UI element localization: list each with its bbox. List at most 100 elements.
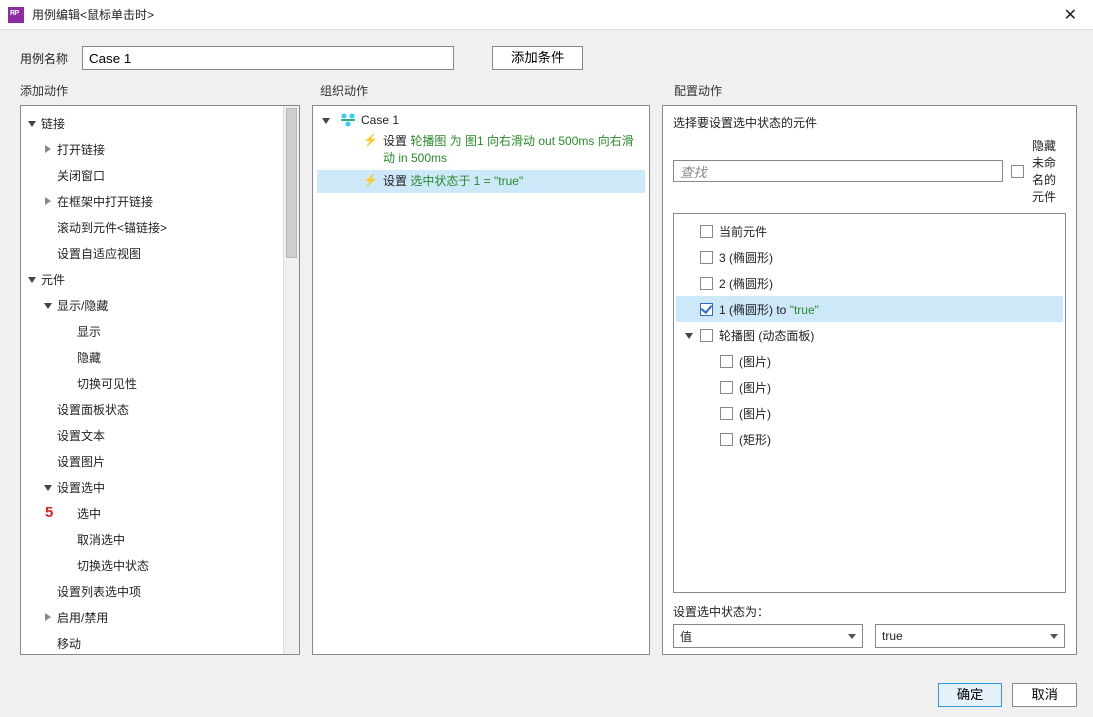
chevron-down-icon[interactable] bbox=[27, 272, 37, 286]
widget-row[interactable]: (图片) bbox=[676, 400, 1063, 426]
case-name-label: 用例名称 bbox=[20, 50, 68, 67]
bolt-icon: ⚡ bbox=[363, 173, 377, 187]
widget-checkbox[interactable] bbox=[720, 381, 733, 394]
widget-checkbox[interactable] bbox=[700, 329, 713, 342]
action-tree-label: 元件 bbox=[41, 271, 65, 288]
widget-row[interactable]: 轮播图 (动态面板) bbox=[676, 322, 1063, 348]
widget-label: 3 (椭圆形) bbox=[719, 249, 773, 266]
action-tree-item[interactable]: 设置面板状态 bbox=[23, 396, 295, 422]
action-tree-item[interactable]: 隐藏 bbox=[23, 344, 295, 370]
action-tree-item[interactable]: 在框架中打开链接 bbox=[23, 188, 295, 214]
section-title-org: 组织动作 bbox=[320, 82, 670, 99]
widget-label: (图片) bbox=[739, 353, 771, 370]
widget-row[interactable]: 2 (椭圆形) bbox=[676, 270, 1063, 296]
action-tree-item[interactable]: 显示 bbox=[23, 318, 295, 344]
chevron-right-icon[interactable] bbox=[43, 610, 53, 624]
action-tree-item[interactable]: 设置图片 bbox=[23, 448, 295, 474]
widget-checkbox[interactable] bbox=[700, 277, 713, 290]
action-tree-item[interactable]: 切换可见性 bbox=[23, 370, 295, 396]
state-type-dropdown[interactable]: 值 bbox=[673, 624, 863, 648]
action-tree-item[interactable]: 打开链接 bbox=[23, 136, 295, 162]
case-label: Case 1 bbox=[361, 113, 399, 127]
window-title: 用例编辑<鼠标单击时> bbox=[32, 6, 1056, 23]
widget-label: (图片) bbox=[739, 379, 771, 396]
widget-label: 1 (椭圆形) to "true" bbox=[719, 301, 819, 318]
action-tree-label: 选中 bbox=[77, 505, 101, 522]
chevron-down-icon[interactable] bbox=[321, 113, 331, 127]
chevron-down-icon[interactable] bbox=[27, 116, 37, 130]
action-tree-item[interactable]: 移动 bbox=[23, 630, 295, 654]
action-tree-label: 设置图片 bbox=[57, 453, 105, 470]
action-tree-item[interactable]: 设置自适应视图 bbox=[23, 240, 295, 266]
action-tree-item[interactable]: 设置列表选中项 bbox=[23, 578, 295, 604]
state-value-dropdown[interactable]: true bbox=[875, 624, 1065, 648]
action-tree-label: 切换可见性 bbox=[77, 375, 137, 392]
action-tree-item[interactable]: 5选中 bbox=[23, 500, 295, 526]
case-icon bbox=[341, 113, 355, 127]
chevron-down-icon[interactable] bbox=[43, 480, 53, 494]
action-tree-label: 切换选中状态 bbox=[77, 557, 149, 574]
org-action-row[interactable]: ⚡ 设置 选中状态于 1 = "true" bbox=[317, 170, 645, 193]
widget-checkbox[interactable] bbox=[700, 303, 713, 316]
action-tree-label: 在框架中打开链接 bbox=[57, 193, 153, 210]
action-tree-label: 设置选中 bbox=[57, 479, 105, 496]
action-tree-item[interactable]: 启用/禁用 bbox=[23, 604, 295, 630]
action-tree-label: 显示 bbox=[77, 323, 101, 340]
widget-row[interactable]: 61 (椭圆形) to "true" bbox=[676, 296, 1063, 322]
chevron-right-icon[interactable] bbox=[43, 142, 53, 156]
section-title-actions: 添加动作 bbox=[20, 82, 320, 99]
action-tree-label: 滚动到元件<锚链接> bbox=[57, 219, 167, 236]
action-tree-item[interactable]: 设置文本 bbox=[23, 422, 295, 448]
action-tree-item[interactable]: 关闭窗口 bbox=[23, 162, 295, 188]
chevron-right-icon[interactable] bbox=[43, 194, 53, 208]
action-tree-item[interactable]: 显示/隐藏 bbox=[23, 292, 295, 318]
search-input[interactable] bbox=[673, 160, 1003, 182]
close-icon[interactable]: ✕ bbox=[1056, 3, 1085, 27]
widget-row[interactable]: 当前元件 bbox=[676, 218, 1063, 244]
action-tree-label: 取消选中 bbox=[77, 531, 125, 548]
widget-checkbox[interactable] bbox=[720, 355, 733, 368]
org-action-label: 设置 选中状态于 1 = "true" bbox=[383, 173, 641, 190]
action-tree-item[interactable]: 滚动到元件<锚链接> bbox=[23, 214, 295, 240]
action-tree-label: 打开链接 bbox=[57, 141, 105, 158]
cancel-button[interactable]: 取消 bbox=[1012, 683, 1077, 707]
widget-row[interactable]: (图片) bbox=[676, 348, 1063, 374]
case-name-input[interactable] bbox=[82, 46, 454, 70]
action-tree-item[interactable]: 取消选中 bbox=[23, 526, 295, 552]
action-tree-item[interactable]: 链接 bbox=[23, 110, 295, 136]
ok-button[interactable]: 确定 bbox=[938, 683, 1003, 707]
widget-checkbox[interactable] bbox=[720, 433, 733, 446]
scroll-thumb[interactable] bbox=[286, 108, 297, 258]
widget-checkbox[interactable] bbox=[700, 225, 713, 238]
widget-row[interactable]: 3 (椭圆形) bbox=[676, 244, 1063, 270]
action-tree-label: 移动 bbox=[57, 635, 81, 652]
widget-label: (矩形) bbox=[739, 431, 771, 448]
bolt-icon: ⚡ bbox=[363, 133, 377, 147]
action-tree-item[interactable]: 切换选中状态 bbox=[23, 552, 295, 578]
widget-checkbox[interactable] bbox=[700, 251, 713, 264]
widget-label: 当前元件 bbox=[719, 223, 767, 240]
widget-row[interactable]: (矩形) bbox=[676, 426, 1063, 452]
scrollbar[interactable] bbox=[283, 106, 299, 654]
org-action-label: 设置 轮播图 为 图1 向右滑动 out 500ms 向右滑动 in 500ms bbox=[383, 133, 641, 167]
action-tree-label: 关闭窗口 bbox=[57, 167, 105, 184]
action-tree-item[interactable]: 设置选中 bbox=[23, 474, 295, 500]
add-condition-button[interactable]: 添加条件 bbox=[492, 46, 583, 70]
dialog-footer: 确定 取消 bbox=[0, 673, 1093, 717]
widget-checkbox[interactable] bbox=[720, 407, 733, 420]
chevron-down-icon[interactable] bbox=[43, 298, 53, 312]
action-tree-panel: 链接打开链接关闭窗口在框架中打开链接滚动到元件<锚链接> 设置自适应视图元件显示/… bbox=[20, 105, 300, 655]
case-name-row: 用例名称 添加条件 bbox=[0, 30, 1093, 82]
org-panel: Case 1 ⚡ 设置 轮播图 为 图1 向右滑动 out 500ms 向右滑动 … bbox=[312, 105, 650, 655]
action-tree-label: 链接 bbox=[41, 115, 65, 132]
widget-row[interactable]: (图片) bbox=[676, 374, 1063, 400]
widget-list: 当前元件 3 (椭圆形) 2 (椭圆形)61 (椭圆形) to "true"轮播图 … bbox=[673, 213, 1066, 593]
set-state-label: 设置选中状态为： bbox=[673, 603, 1066, 620]
case-row[interactable]: Case 1 bbox=[317, 110, 645, 130]
section-titles: 添加动作 组织动作 配置动作 bbox=[0, 82, 1093, 105]
org-action-row[interactable]: ⚡ 设置 轮播图 为 图1 向右滑动 out 500ms 向右滑动 in 500m… bbox=[317, 130, 645, 170]
action-tree-label: 启用/禁用 bbox=[57, 609, 108, 626]
action-tree-item[interactable]: 元件 bbox=[23, 266, 295, 292]
hide-unnamed-checkbox[interactable] bbox=[1011, 165, 1024, 178]
chevron-down-icon[interactable] bbox=[684, 328, 694, 342]
